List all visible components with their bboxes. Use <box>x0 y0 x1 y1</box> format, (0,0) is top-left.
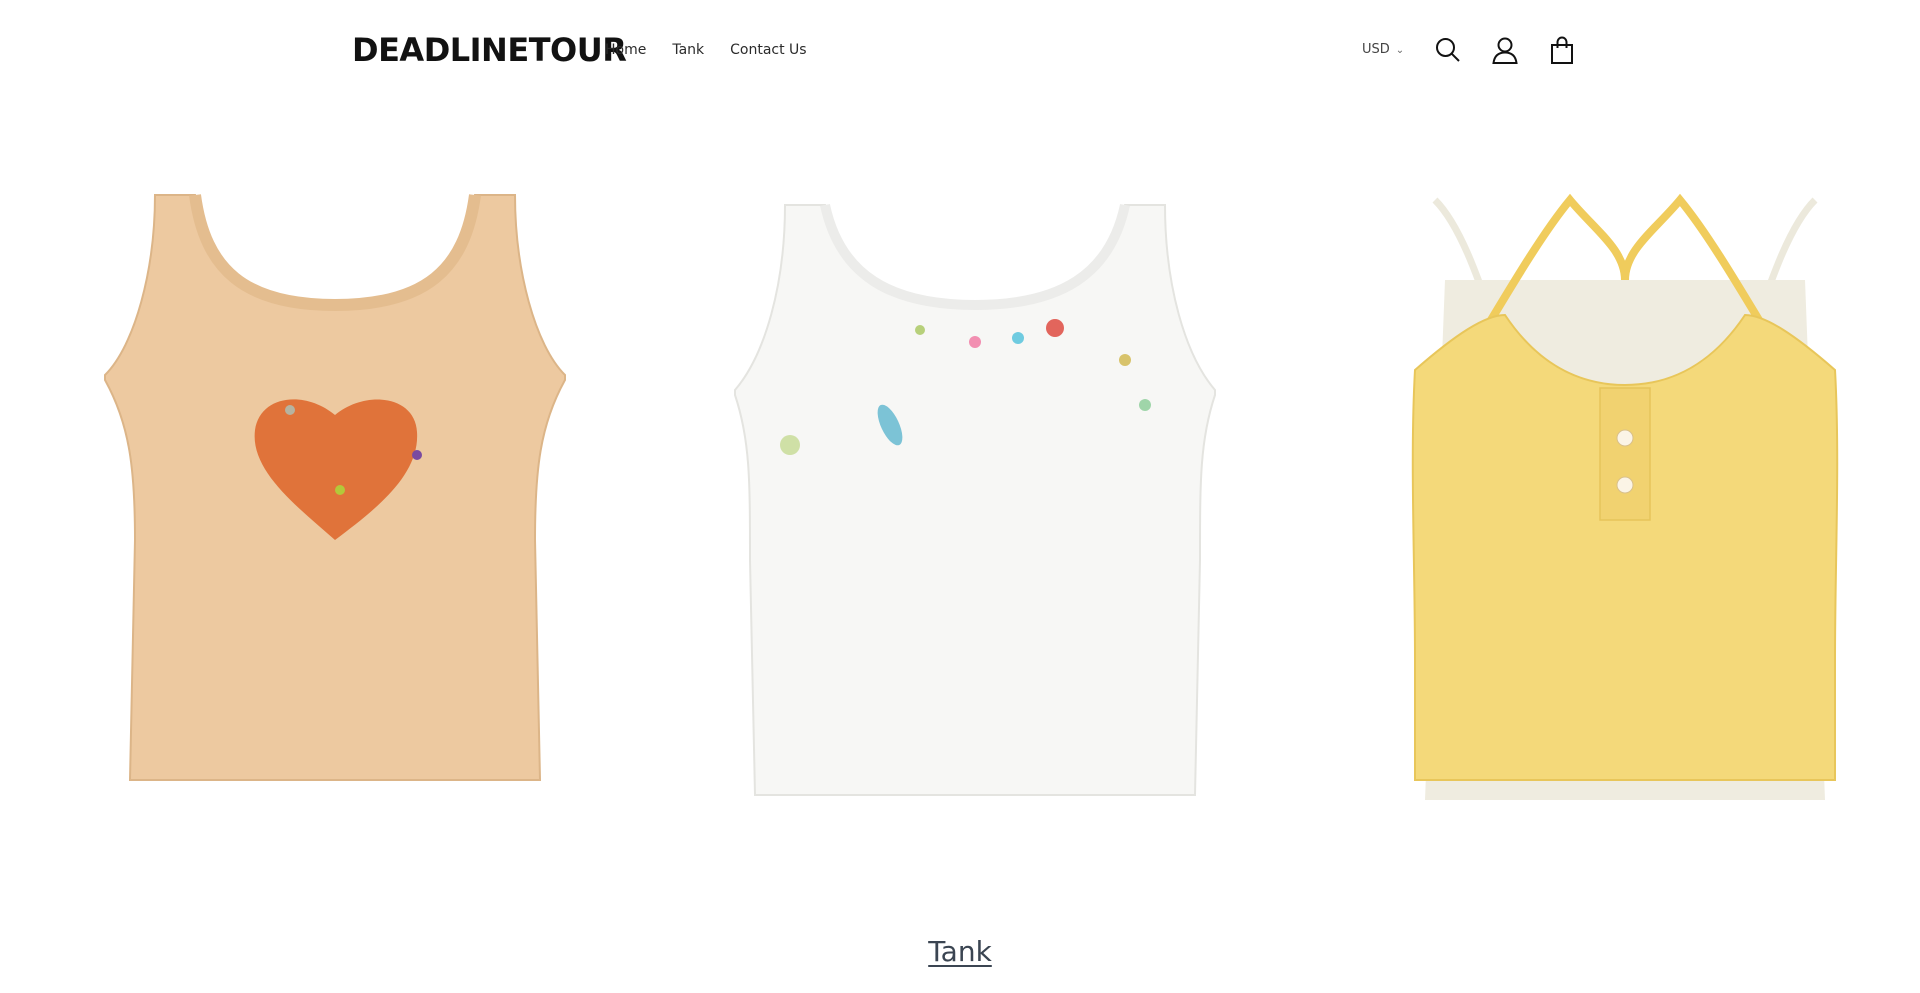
currency-selector[interactable]: USD ⌄ <box>1362 40 1404 60</box>
product-image <box>734 203 1216 796</box>
product-card[interactable] <box>725 160 1225 840</box>
site-logo[interactable]: DEADLINETOUR <box>352 30 627 70</box>
nav-home[interactable]: Home <box>605 40 646 60</box>
main-nav: Home Tank Contact Us <box>605 40 833 60</box>
product-card[interactable] <box>1395 160 1855 840</box>
search-button[interactable] <box>1428 30 1468 70</box>
product-image <box>1411 193 1839 800</box>
collection-heading: Tank <box>0 935 1920 968</box>
collection-link[interactable]: Tank <box>928 935 992 968</box>
product-image <box>104 194 566 781</box>
chevron-down-icon: ⌄ <box>1395 45 1405 56</box>
product-card[interactable] <box>95 160 575 840</box>
account-button[interactable] <box>1485 30 1525 70</box>
cart-icon <box>1551 36 1573 64</box>
nav-tank[interactable]: Tank <box>672 40 704 60</box>
currency-label: USD <box>1362 42 1390 57</box>
nav-contact-us[interactable]: Contact Us <box>730 40 806 60</box>
account-icon <box>1492 37 1518 64</box>
cart-button[interactable] <box>1542 30 1582 70</box>
search-icon <box>1436 38 1460 62</box>
product-gallery <box>0 160 1920 840</box>
site-header: DEADLINETOUR Home Tank Contact Us USD ⌄ <box>0 0 1920 100</box>
